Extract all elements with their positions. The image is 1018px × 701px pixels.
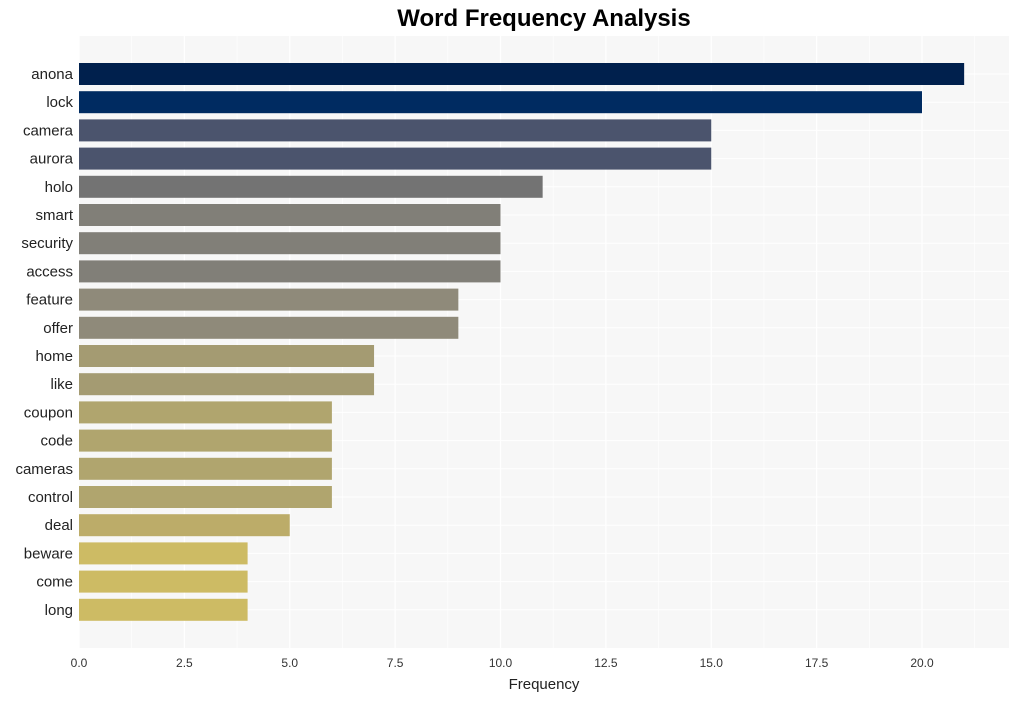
bar-home — [79, 345, 375, 367]
x-tick-label: 15.0 — [700, 656, 724, 670]
y-tick-label: holo — [45, 179, 73, 196]
y-tick-labels: anona lock camera aurora holo smart security ac… — [15, 66, 73, 619]
bar-coupon — [79, 401, 332, 424]
bar-anona — [79, 63, 965, 85]
bar-security — [79, 232, 501, 255]
y-tick-label: access — [26, 263, 73, 280]
bar-offer — [79, 316, 459, 339]
x-tick-labels: 0.0 2.5 5.0 7.5 10.0 12.5 15.0 17.5 20.0 — [71, 656, 934, 670]
y-tick-label: code — [40, 433, 73, 450]
bar-smart — [79, 204, 501, 226]
y-tick-label: like — [50, 376, 73, 393]
y-tick-label: smart — [36, 207, 74, 224]
bar-beware — [79, 542, 248, 565]
y-tick-label: aurora — [30, 151, 74, 168]
y-tick-label: deal — [45, 517, 73, 534]
bar-camera — [79, 119, 712, 142]
bar-deal — [79, 514, 290, 537]
y-tick-label: anona — [31, 66, 73, 83]
bar-cameras — [79, 457, 332, 480]
bar-chart: anona lock camera aurora holo smart security ac… — [15, 36, 1009, 693]
bar-code — [79, 429, 332, 452]
x-axis-label: Frequency — [509, 676, 580, 693]
bar-lock — [79, 91, 922, 114]
y-tick-label: long — [45, 602, 73, 619]
bar-control — [79, 486, 332, 508]
y-tick-label: offer — [43, 320, 73, 337]
y-tick-label: security — [21, 235, 73, 252]
bar-long — [79, 598, 248, 621]
x-tick-label: 2.5 — [176, 656, 193, 670]
y-tick-label: cameras — [15, 461, 73, 478]
x-tick-label: 5.0 — [281, 656, 298, 670]
bar-feature — [79, 288, 459, 311]
bar-aurora — [79, 147, 712, 170]
x-tick-label: 20.0 — [910, 656, 934, 670]
y-tick-label: home — [35, 348, 73, 365]
y-tick-label: lock — [46, 94, 73, 111]
x-tick-label: 0.0 — [71, 656, 88, 670]
y-tick-label: camera — [23, 122, 74, 139]
bar-come — [79, 570, 248, 593]
y-tick-label: beware — [24, 545, 73, 562]
y-tick-label: feature — [26, 292, 73, 309]
x-tick-label: 12.5 — [594, 656, 618, 670]
x-tick-label: 7.5 — [387, 656, 404, 670]
bar-access — [79, 260, 501, 283]
bar-holo — [79, 175, 543, 198]
y-tick-label: coupon — [24, 404, 73, 421]
bar-like — [79, 373, 375, 396]
x-tick-label: 17.5 — [805, 656, 829, 670]
y-tick-label: control — [28, 489, 73, 506]
y-tick-label: come — [36, 574, 73, 591]
x-tick-label: 10.0 — [489, 656, 513, 670]
